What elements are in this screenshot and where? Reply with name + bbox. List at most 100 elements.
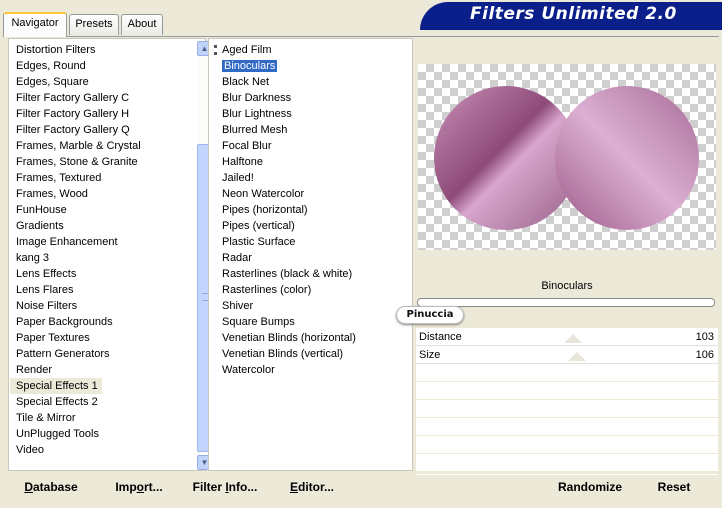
binoculars-preview-shape xyxy=(434,86,699,230)
filter-item[interactable]: Black Net xyxy=(219,74,409,90)
filter-item[interactable]: Shiver xyxy=(219,298,409,314)
app-title: Filters Unlimited 2.0 xyxy=(470,4,677,24)
category-item[interactable]: Frames, Stone & Granite xyxy=(10,154,188,170)
filter-item-label: Pipes (horizontal) xyxy=(222,204,308,216)
tab-navigator[interactable]: Navigator xyxy=(3,12,67,37)
filter-item[interactable]: Blur Lightness xyxy=(219,106,409,122)
mnemonic: o xyxy=(136,480,144,494)
editor-button[interactable]: Editor... xyxy=(285,476,339,498)
tab-presets[interactable]: Presets xyxy=(69,14,119,35)
empty-param-row xyxy=(416,436,718,454)
category-item[interactable]: Lens Flares xyxy=(10,282,188,298)
filter-item-label: Shiver xyxy=(222,300,254,312)
category-item[interactable]: Distortion Filters xyxy=(10,42,188,58)
progress-bar xyxy=(417,298,715,307)
filter-item[interactable]: Binoculars xyxy=(219,58,409,74)
category-item[interactable]: Frames, Textured xyxy=(10,170,188,186)
button-label: ditor... xyxy=(298,480,334,494)
filter-item[interactable]: Pipes (horizontal) xyxy=(219,202,409,218)
empty-param-row xyxy=(416,418,718,436)
category-item[interactable]: Special Effects 1 xyxy=(10,378,102,394)
mnemonic: D xyxy=(24,480,33,494)
filter-item[interactable]: Venetian Blinds (vertical) xyxy=(219,346,409,362)
filter-item-label: Neon Watercolor xyxy=(222,188,305,200)
mnemonic: E xyxy=(289,480,298,494)
category-item[interactable]: FunHouse xyxy=(10,202,188,218)
filter-item[interactable]: Focal Blur xyxy=(219,138,409,154)
category-item[interactable]: Filter Factory Gallery H xyxy=(10,106,188,122)
category-item[interactable]: Pattern Generators xyxy=(10,346,188,362)
filter-item-label: Black Net xyxy=(222,76,270,88)
filter-item[interactable]: Plastic Surface xyxy=(219,234,409,250)
filter-item-label: Binoculars xyxy=(222,60,278,72)
filter-title: Binoculars xyxy=(416,275,718,297)
category-list[interactable]: Distortion Filters Edges, Round Edges, Squ… xyxy=(10,42,188,458)
filter-item[interactable]: Rasterlines (color) xyxy=(219,282,409,298)
filters-unlimited-window: Filters Unlimited 2.0 Navigator Presets … xyxy=(0,0,722,508)
filter-item[interactable]: Venetian Blinds (horizontal) xyxy=(219,330,409,346)
filter-info-button[interactable]: Filter Info... xyxy=(190,476,260,498)
empty-param-row xyxy=(416,364,718,382)
filter-item[interactable]: Pipes (vertical) xyxy=(219,218,409,234)
filter-item[interactable]: Aged Film xyxy=(214,42,409,58)
filter-item[interactable]: Blurred Mesh xyxy=(219,122,409,138)
empty-param-row xyxy=(416,400,718,418)
filter-item-label: Radar xyxy=(222,252,252,264)
filter-item-label: Halftone xyxy=(222,156,263,168)
category-item[interactable]: Paper Backgrounds xyxy=(10,314,188,330)
slider-thumb[interactable] xyxy=(564,334,582,343)
filter-item-label: Pipes (vertical) xyxy=(222,220,295,232)
button-label: atabase xyxy=(32,480,78,494)
category-item[interactable]: Frames, Wood xyxy=(10,186,188,202)
filter-item-label: Aged Film xyxy=(222,44,272,56)
category-item[interactable]: Filter Factory Gallery C xyxy=(10,90,188,106)
filter-item-label: Blur Darkness xyxy=(222,92,292,104)
category-item[interactable]: Frames, Marble & Crystal xyxy=(10,138,188,154)
category-item[interactable]: Image Enhancement xyxy=(10,234,188,250)
category-item[interactable]: Paper Textures xyxy=(10,330,188,346)
tab-about[interactable]: About xyxy=(121,14,163,35)
filter-item[interactable]: Neon Watercolor xyxy=(219,186,409,202)
category-item[interactable]: Render xyxy=(10,362,188,378)
category-item[interactable]: Edges, Square xyxy=(10,74,188,90)
param-row-distance[interactable]: Distance 103 xyxy=(416,328,718,346)
randomize-button[interactable]: Randomize xyxy=(553,476,627,498)
empty-param-row xyxy=(416,454,718,472)
preview-image[interactable] xyxy=(418,64,716,250)
filter-item-label: Plastic Surface xyxy=(222,236,296,248)
watermark-badge: Pinuccia xyxy=(396,306,464,324)
category-item[interactable]: Edges, Round xyxy=(10,58,188,74)
category-item[interactable]: Video xyxy=(10,442,188,458)
filter-item[interactable]: Radar xyxy=(219,250,409,266)
category-item[interactable]: Filter Factory Gallery Q xyxy=(10,122,188,138)
slider-thumb[interactable] xyxy=(568,352,587,361)
category-item[interactable]: UnPlugged Tools xyxy=(10,426,188,442)
database-button[interactable]: Database xyxy=(18,476,84,498)
category-item[interactable]: kang 3 xyxy=(10,250,188,266)
filter-item-label: Rasterlines (black & white) xyxy=(222,268,353,280)
category-item[interactable]: Gradients xyxy=(10,218,188,234)
category-item[interactable]: Tile & Mirror xyxy=(10,410,188,426)
filter-item[interactable]: Square Bumps xyxy=(219,314,409,330)
category-item[interactable]: Lens Effects xyxy=(10,266,188,282)
filter-item[interactable]: Blur Darkness xyxy=(219,90,409,106)
button-label: nfo... xyxy=(228,480,258,494)
filter-item[interactable]: Rasterlines (black & white) xyxy=(219,266,409,282)
reset-button[interactable]: Reset xyxy=(651,476,697,498)
filter-item-label: Square Bumps xyxy=(222,316,295,328)
param-label: Distance xyxy=(419,331,462,343)
param-row-size[interactable]: Size 106 xyxy=(416,346,718,364)
import-button[interactable]: Import... xyxy=(110,476,168,498)
filter-item[interactable]: Jailed! xyxy=(219,170,409,186)
filter-item-label: Jailed! xyxy=(222,172,254,184)
filter-item-label: Venetian Blinds (vertical) xyxy=(222,348,344,360)
filter-item[interactable]: Watercolor xyxy=(219,362,409,378)
category-panel: Distortion Filters Edges, Round Edges, Squ… xyxy=(8,38,212,471)
right-lens xyxy=(555,86,699,230)
filter-item[interactable]: Halftone xyxy=(219,154,409,170)
param-value: 103 xyxy=(695,331,714,343)
filter-list[interactable]: Aged Film Binoculars Black Net Blur Darknes… xyxy=(214,42,409,378)
category-item[interactable]: Noise Filters xyxy=(10,298,188,314)
button-label: rt... xyxy=(144,480,163,494)
category-item[interactable]: Special Effects 2 xyxy=(10,394,188,410)
